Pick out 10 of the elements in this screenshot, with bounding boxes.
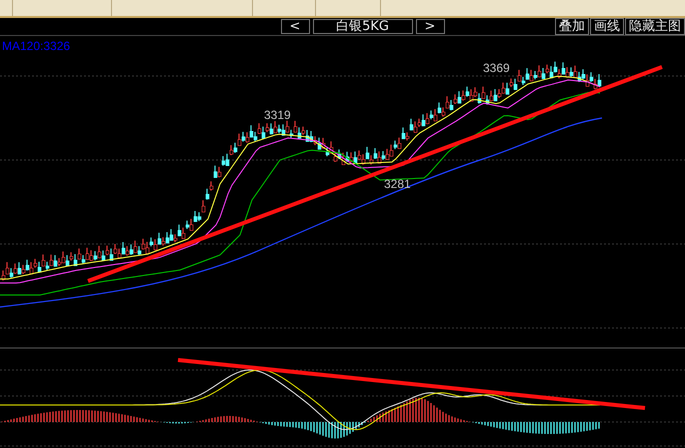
price-label: 3319 (264, 108, 291, 122)
toolbar-button[interactable]: 隐藏主图 (625, 18, 685, 35)
next-button[interactable]: > (416, 19, 444, 34)
price-label: 3369 (483, 61, 510, 75)
previous-button[interactable]: < (280, 19, 310, 34)
toolbar-button[interactable]: 叠加 (555, 18, 589, 35)
symbol-title: 白银5KG (312, 19, 412, 34)
indicator-label: MA120:3326 (1, 38, 72, 52)
price-label: 3281 (384, 177, 411, 191)
toolbar-button[interactable]: 画线 (590, 18, 624, 35)
